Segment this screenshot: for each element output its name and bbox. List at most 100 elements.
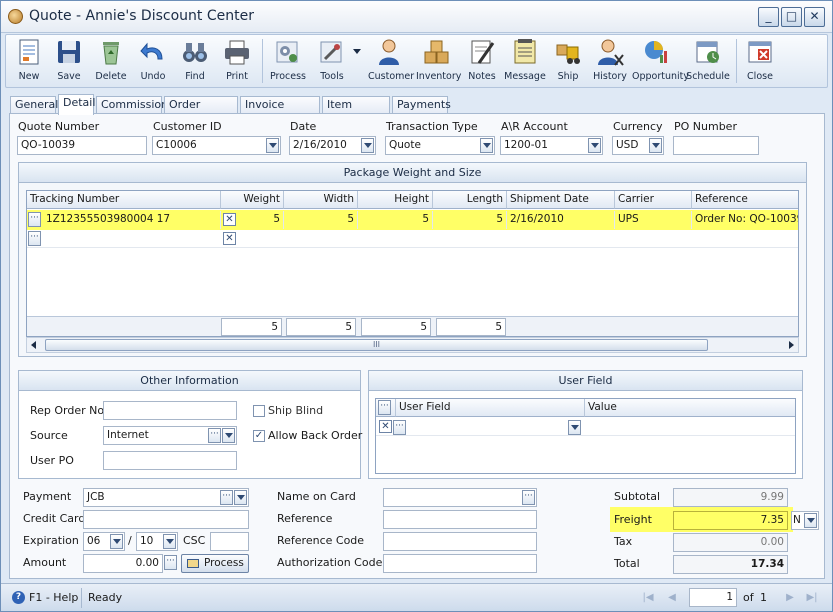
process-button[interactable]: Process: [268, 37, 308, 87]
expiration-year-select[interactable]: 10: [136, 532, 178, 551]
process-payment-button[interactable]: Process: [181, 554, 249, 573]
chevron-down-icon[interactable]: [222, 428, 235, 443]
minimize-button[interactable]: _: [758, 7, 779, 27]
shipment-date-cell[interactable]: 2/16/2010: [507, 211, 615, 229]
reference-code-field[interactable]: [383, 532, 537, 551]
payment-select[interactable]: JCB ···: [83, 488, 249, 507]
chevron-down-icon[interactable]: [110, 534, 123, 549]
width-cell[interactable]: 5: [284, 211, 358, 229]
ellipsis-icon[interactable]: ···: [208, 428, 221, 443]
row-ellipsis-icon[interactable]: ···: [28, 212, 41, 227]
expiration-month-select[interactable]: 06: [83, 532, 125, 551]
col-reference[interactable]: Reference: [692, 191, 798, 209]
ship-blind-checkbox[interactable]: [253, 405, 265, 417]
tab-general[interactable]: General: [10, 96, 58, 114]
print-button[interactable]: Print: [220, 37, 254, 87]
user-field-new-row[interactable]: ✕ ···: [376, 418, 795, 436]
chevron-down-icon[interactable]: [649, 138, 662, 153]
amount-field[interactable]: 0.00: [83, 554, 163, 573]
tools-dropdown-arrow-icon[interactable]: [353, 49, 361, 54]
freight-field[interactable]: 7.35: [673, 511, 788, 530]
chevron-down-icon[interactable]: [480, 138, 493, 153]
find-button[interactable]: Find: [178, 37, 212, 87]
customer-id-field[interactable]: C10006: [152, 136, 281, 155]
col-weight[interactable]: Weight: [221, 191, 284, 209]
schedule-button[interactable]: Schedule: [686, 37, 730, 87]
credit-card-field[interactable]: [83, 510, 249, 529]
quote-number-field[interactable]: QO-10039: [17, 136, 147, 155]
currency-select[interactable]: USD: [612, 136, 664, 155]
col-shipment-date[interactable]: Shipment Date: [507, 191, 615, 209]
next-page-icon[interactable]: ▶: [783, 591, 797, 605]
delete-row-icon[interactable]: ✕: [223, 213, 236, 226]
save-button[interactable]: Save: [52, 37, 86, 87]
ellipsis-icon[interactable]: ···: [522, 490, 535, 505]
po-number-field[interactable]: [673, 136, 759, 155]
rep-order-no-field[interactable]: [103, 401, 237, 420]
name-on-card-field[interactable]: ···: [383, 488, 537, 507]
source-select[interactable]: Internet ···: [103, 426, 237, 445]
chevron-down-icon[interactable]: [234, 490, 247, 505]
tab-item-history[interactable]: Item History: [322, 96, 390, 127]
chevron-down-icon[interactable]: [163, 534, 176, 549]
maximize-button[interactable]: □: [781, 7, 802, 27]
tools-button[interactable]: Tools: [312, 37, 352, 87]
chevron-down-icon[interactable]: [266, 138, 279, 153]
reference-field[interactable]: [383, 510, 537, 529]
scroll-thumb[interactable]: III: [45, 339, 708, 351]
opportunity-button[interactable]: Opportunity: [632, 37, 689, 87]
reference-cell[interactable]: Order No: QO-10039: [692, 211, 798, 229]
package-horizontal-scrollbar[interactable]: III: [26, 337, 799, 353]
freight-unit-select[interactable]: N: [791, 511, 819, 530]
tab-detail[interactable]: Detail: [58, 94, 95, 115]
csc-field[interactable]: [210, 532, 249, 551]
new-button[interactable]: New: [12, 37, 46, 87]
height-cell[interactable]: 5: [358, 211, 433, 229]
col-length[interactable]: Length: [433, 191, 507, 209]
inventory-button[interactable]: Inventory: [416, 37, 461, 87]
tab-payments[interactable]: Payments: [392, 96, 451, 114]
col-carrier[interactable]: Carrier: [615, 191, 692, 209]
date-field[interactable]: 2/16/2010: [289, 136, 376, 155]
tracking-number-cell[interactable]: 1Z12355503980004 17: [43, 211, 221, 229]
previous-page-icon[interactable]: ◀: [665, 591, 679, 605]
transaction-type-select[interactable]: Quote: [385, 136, 495, 155]
close-window-button[interactable]: ✕: [804, 7, 825, 27]
help-shortcut[interactable]: F1 - Help: [29, 591, 78, 604]
col-height[interactable]: Height: [358, 191, 433, 209]
user-po-field[interactable]: [103, 451, 237, 470]
chevron-down-icon[interactable]: [804, 513, 817, 528]
col-user-field[interactable]: User Field: [396, 399, 585, 417]
allow-back-order-checkbox[interactable]: ✓: [253, 430, 265, 442]
history-button[interactable]: History: [590, 37, 630, 87]
first-page-icon[interactable]: |◀: [641, 591, 655, 605]
authorization-code-field[interactable]: [383, 554, 537, 573]
ellipsis-icon[interactable]: ···: [378, 400, 391, 415]
help-icon[interactable]: ?: [12, 591, 25, 604]
last-page-icon[interactable]: ▶|: [805, 591, 819, 605]
delete-button[interactable]: Delete: [94, 37, 128, 87]
carrier-cell[interactable]: UPS: [615, 211, 692, 229]
tab-invoice-history[interactable]: Invoice History: [240, 96, 320, 127]
undo-button[interactable]: Undo: [136, 37, 170, 87]
customer-button[interactable]: Customer: [368, 37, 414, 87]
close-button[interactable]: Close: [742, 37, 778, 87]
ship-button[interactable]: Ship: [550, 37, 586, 87]
ar-account-select[interactable]: 1200-01: [500, 136, 603, 155]
col-value[interactable]: Value: [585, 399, 795, 417]
chevron-down-icon[interactable]: [361, 138, 374, 153]
chevron-down-icon[interactable]: [588, 138, 601, 153]
tab-order-history[interactable]: Order History: [164, 96, 238, 127]
delete-row-icon[interactable]: ✕: [223, 232, 236, 245]
notes-button[interactable]: Notes: [464, 37, 500, 87]
message-button[interactable]: Message: [504, 37, 546, 87]
col-tracking-number[interactable]: Tracking Number: [27, 191, 221, 209]
new-row[interactable]: ··· ✕: [27, 230, 798, 248]
col-width[interactable]: Width: [284, 191, 358, 209]
page-number-field[interactable]: 1: [689, 588, 737, 607]
tab-commission[interactable]: Commission: [96, 96, 168, 114]
length-cell[interactable]: 5: [433, 211, 507, 229]
scroll-left-icon[interactable]: [31, 341, 36, 349]
ellipsis-icon[interactable]: ···: [164, 555, 177, 570]
weight-cell[interactable]: 5: [237, 211, 284, 229]
